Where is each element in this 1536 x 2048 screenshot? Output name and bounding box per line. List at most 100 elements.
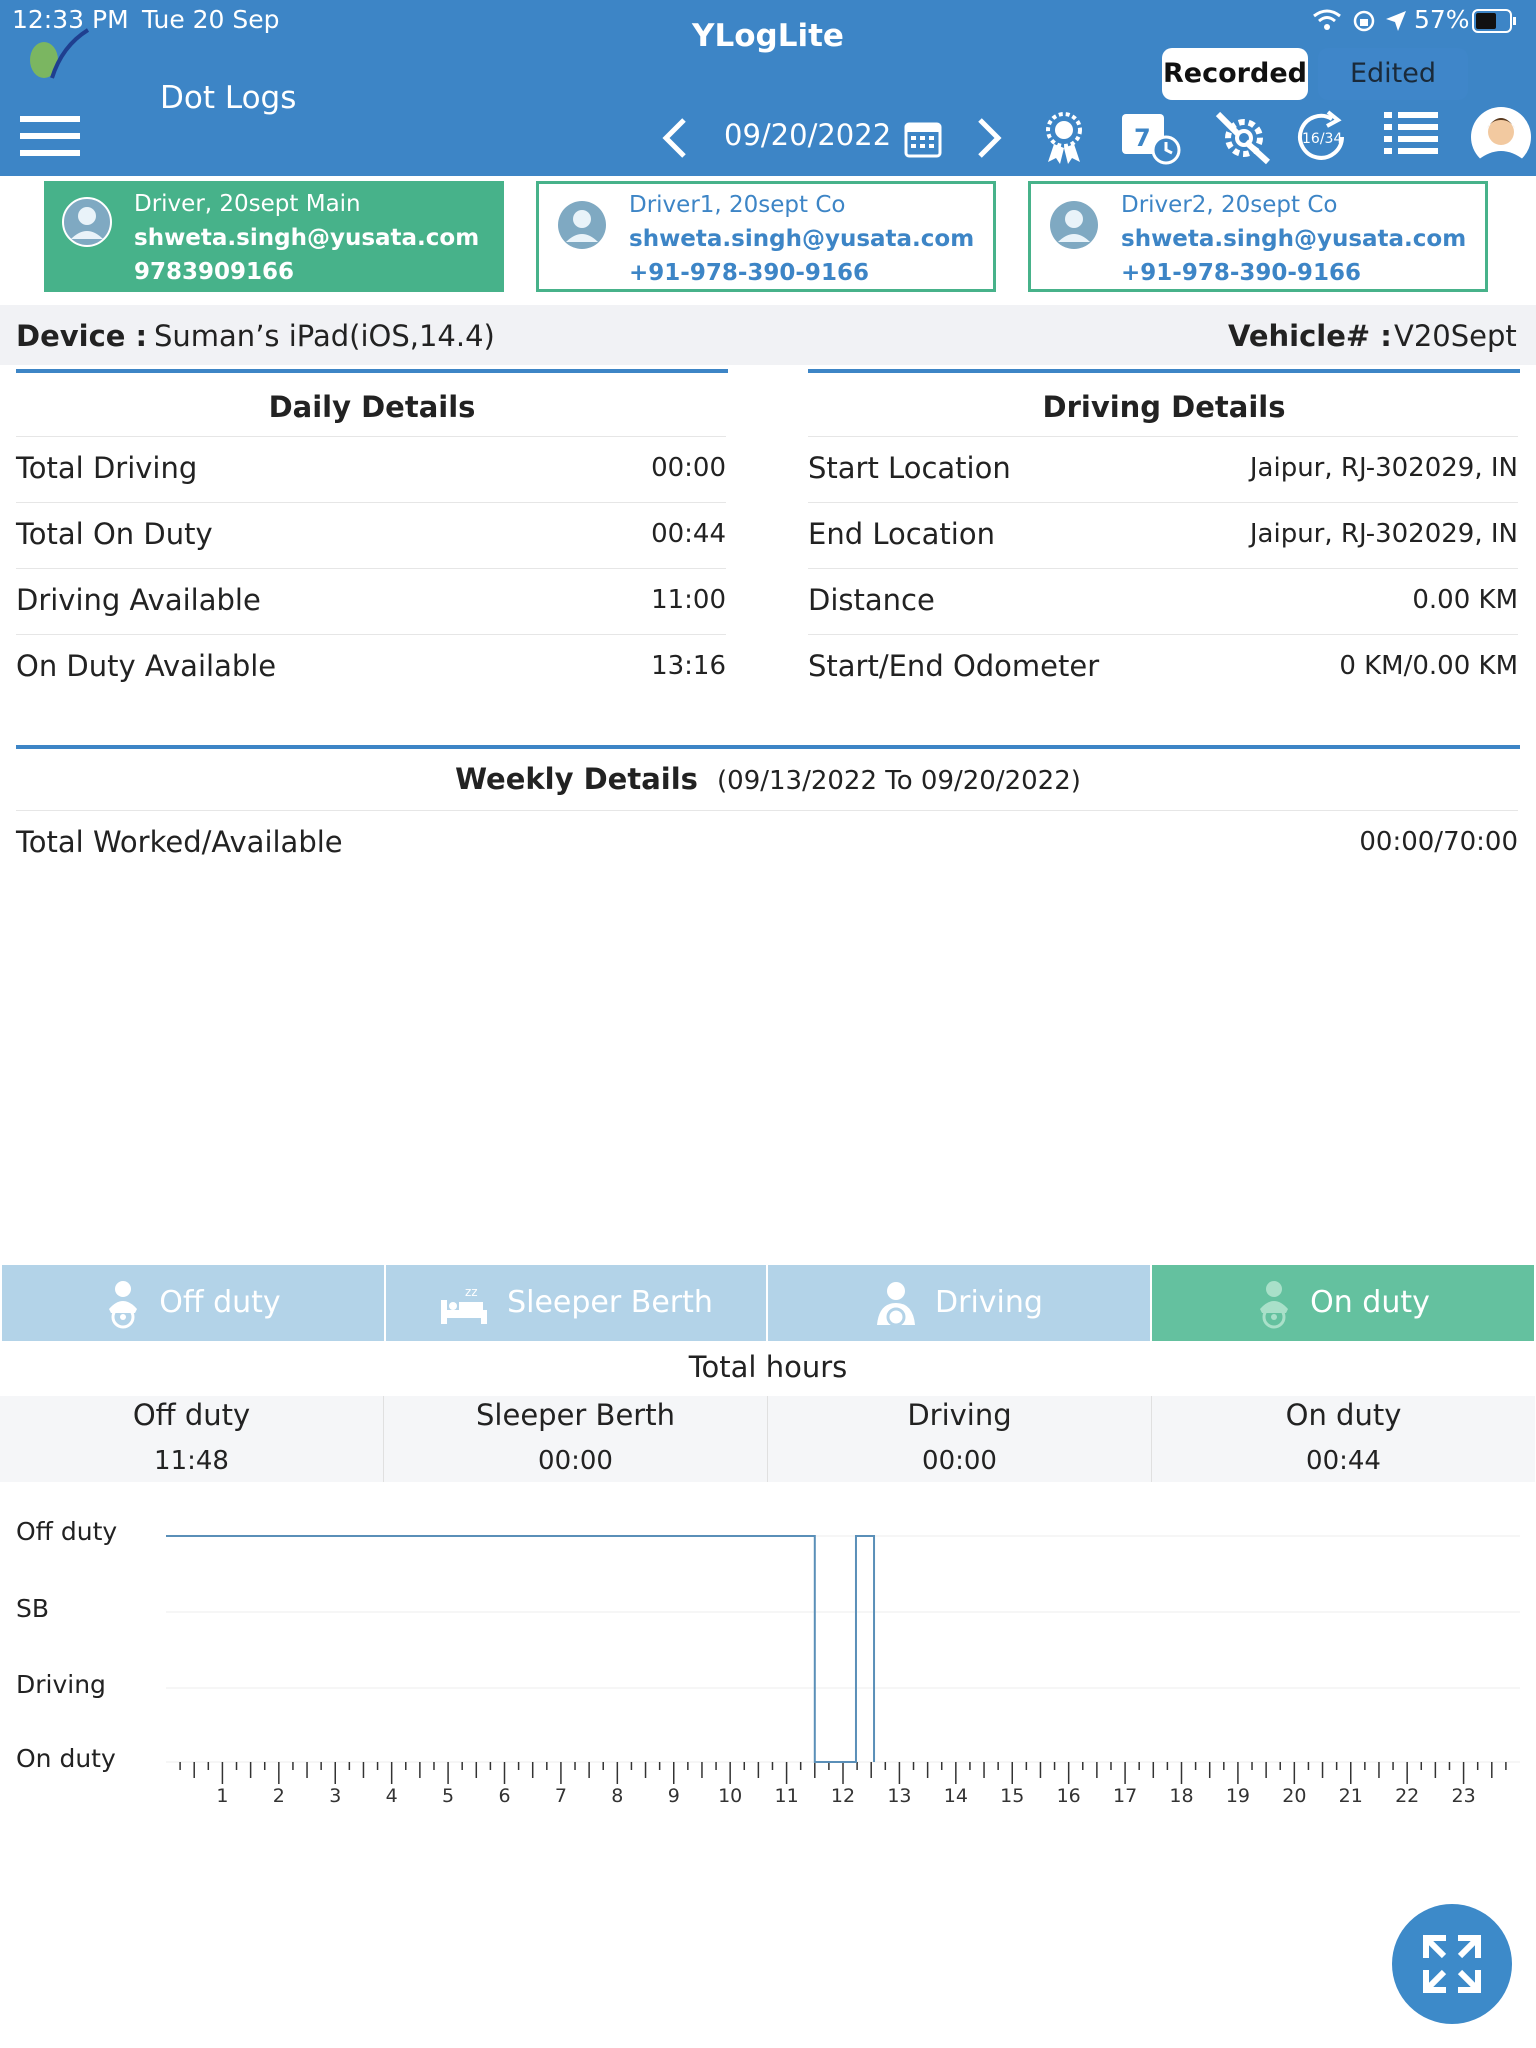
graph-tick-label: 19 <box>1226 1785 1250 1807</box>
calendar-icon[interactable] <box>904 118 942 162</box>
row-label: Driving Available <box>16 583 261 617</box>
section-divider <box>16 369 728 373</box>
list-item: Start/End Odometer 0 KM/0.00 KM <box>808 634 1518 700</box>
user-avatar[interactable] <box>1470 106 1532 172</box>
tab-label: Sleeper Berth <box>507 1285 713 1320</box>
list-icon[interactable] <box>1384 108 1440 164</box>
driver-avatar-icon <box>1049 200 1099 250</box>
device-value: Suman’s iPad(iOS,14.4) <box>154 319 495 353</box>
driver-email: shweta.singh@yusata.com <box>1121 226 1467 252</box>
graph-tick-label: 7 <box>555 1785 567 1807</box>
tab-sleeper-berth[interactable]: zz Sleeper Berth <box>386 1265 766 1341</box>
graph-tick-label: 13 <box>887 1785 911 1807</box>
list-item: Start Location Jaipur, RJ-302029, IN <box>808 436 1518 502</box>
graph-tick-label: 18 <box>1169 1785 1193 1807</box>
weekly-details-header: Weekly Details (09/13/2022 To 09/20/2022… <box>0 762 1536 796</box>
row-label: Start/End Odometer <box>808 649 1100 683</box>
total-hours-sleeper: Sleeper Berth 00:00 <box>384 1396 767 1482</box>
driver-card-co1[interactable]: Driver1, 20sept Co shweta.singh@yusata.c… <box>536 181 996 292</box>
graph-tick-label: 20 <box>1282 1785 1306 1807</box>
graph-tick-label: 6 <box>498 1785 510 1807</box>
vehicle-value: V20Sept <box>1394 319 1517 353</box>
selected-date[interactable]: 09/20/2022 <box>724 118 891 152</box>
row-label: Total Worked/Available <box>16 825 343 859</box>
column-divider <box>767 1396 768 1482</box>
hamburger-menu-icon[interactable] <box>20 114 80 162</box>
row-value: 0.00 KM <box>1412 585 1518 615</box>
row-value: 13:16 <box>651 651 726 681</box>
duty-status-graph: 1 2 3 4 5 6 7 8 9 10 11 12 13 14 15 16 17 18 19 20 21 22 23 <box>166 1535 1520 1807</box>
calendar-clock-icon[interactable]: 7 <box>1120 108 1181 165</box>
total-hours-label: On duty <box>1285 1398 1402 1432</box>
tab-off-duty[interactable]: Off duty <box>2 1265 384 1341</box>
total-hours-value: 00:00 <box>922 1446 997 1476</box>
list-item: Driving Available 11:00 <box>16 568 726 634</box>
gear-wrench-icon[interactable] <box>1212 108 1271 165</box>
segment-edited[interactable]: Edited <box>1318 48 1468 100</box>
tab-label: Driving <box>935 1285 1043 1320</box>
row-label: Total Driving <box>16 451 198 485</box>
next-date-chevron-icon[interactable] <box>974 116 1004 164</box>
bed-icon: zz <box>441 1285 488 1324</box>
total-hours-driving: Driving 00:00 <box>768 1396 1151 1482</box>
tab-label: Off duty <box>159 1285 281 1320</box>
tab-on-duty[interactable]: On duty <box>1152 1265 1534 1341</box>
graph-tick-label: 17 <box>1113 1785 1137 1807</box>
svg-text:7: 7 <box>1134 124 1151 152</box>
duty-status-line <box>166 1535 876 1763</box>
tab-driving[interactable]: Driving <box>768 1265 1150 1341</box>
cycle-badge-text: 16/34 <box>1302 131 1342 147</box>
list-item: End Location Jaipur, RJ-302029, IN <box>808 502 1518 568</box>
row-label: Start Location <box>808 451 1011 485</box>
daily-details-title: Daily Details <box>268 390 476 424</box>
daily-details-list: Total Driving 00:00 Total On Duty 00:44 Dr… <box>16 436 726 700</box>
row-label: On Duty Available <box>16 649 277 683</box>
total-hours-value: 00:00 <box>538 1446 613 1476</box>
driver-phone: +91-978-390-9166 <box>629 260 869 286</box>
driver-avatar-icon <box>62 197 112 247</box>
row-value: Jaipur, RJ-302029, IN <box>1249 519 1518 549</box>
weekly-details-range: (09/13/2022 To 09/20/2022) <box>717 766 1081 796</box>
row-label: End Location <box>808 517 995 551</box>
segment-recorded[interactable]: Recorded <box>1162 48 1308 100</box>
driver-email: shweta.singh@yusata.com <box>134 225 480 251</box>
device-label: Device : <box>16 319 148 353</box>
graph-tick-label: 8 <box>611 1785 623 1807</box>
driver-avatar-icon <box>557 200 607 250</box>
graph-tick-label: 16 <box>1057 1785 1081 1807</box>
list-item: Total On Duty 00:44 <box>16 502 726 568</box>
total-hours-label: Sleeper Berth <box>476 1398 675 1432</box>
driver-card-co2[interactable]: Driver2, 20sept Co shweta.singh@yusata.c… <box>1028 181 1488 292</box>
driver-phone: +91-978-390-9166 <box>1121 260 1361 286</box>
graph-tick-label: 4 <box>386 1785 398 1807</box>
expand-button[interactable] <box>1392 1904 1512 2024</box>
row-label: Distance <box>808 583 935 617</box>
certify-ribbon-icon[interactable] <box>1036 108 1092 164</box>
total-hours-label: Driving <box>907 1398 1012 1432</box>
cycle-reset-icon[interactable]: 16/34 <box>1294 108 1350 164</box>
column-divider <box>1151 1396 1152 1482</box>
list-item: Distance 0.00 KM <box>808 568 1518 634</box>
on-duty-icon <box>1260 1280 1289 1328</box>
graph-tick-label: 9 <box>668 1785 680 1807</box>
graph-tick-label: 1 <box>216 1785 228 1807</box>
driver-name: Driver, 20sept Main <box>134 191 361 217</box>
driving-details-title: Driving Details <box>1042 390 1286 424</box>
driver-email: shweta.singh@yusata.com <box>629 226 975 252</box>
section-divider <box>808 369 1520 373</box>
graph-tick-label: 10 <box>718 1785 742 1807</box>
graph-tick-label: 22 <box>1395 1785 1419 1807</box>
total-hours-on-duty: On duty 00:44 <box>1152 1396 1535 1482</box>
graph-tick-label: 12 <box>831 1785 855 1807</box>
driver-card-main[interactable]: Driver, 20sept Main shweta.singh@yusata.… <box>44 181 504 292</box>
graph-tick-label: 14 <box>944 1785 968 1807</box>
graph-tick-label: 11 <box>774 1785 798 1807</box>
row-value: 0 KM/0.00 KM <box>1339 651 1518 681</box>
graph-tick-label: 3 <box>329 1785 341 1807</box>
off-duty-icon <box>109 1280 138 1328</box>
total-hours-value: 00:44 <box>1306 1446 1381 1476</box>
list-item: Total Driving 00:00 <box>16 436 726 502</box>
graph-tick-label: 15 <box>1000 1785 1024 1807</box>
graph-tick-label: 5 <box>442 1785 454 1807</box>
prev-date-chevron-icon[interactable] <box>660 116 690 164</box>
